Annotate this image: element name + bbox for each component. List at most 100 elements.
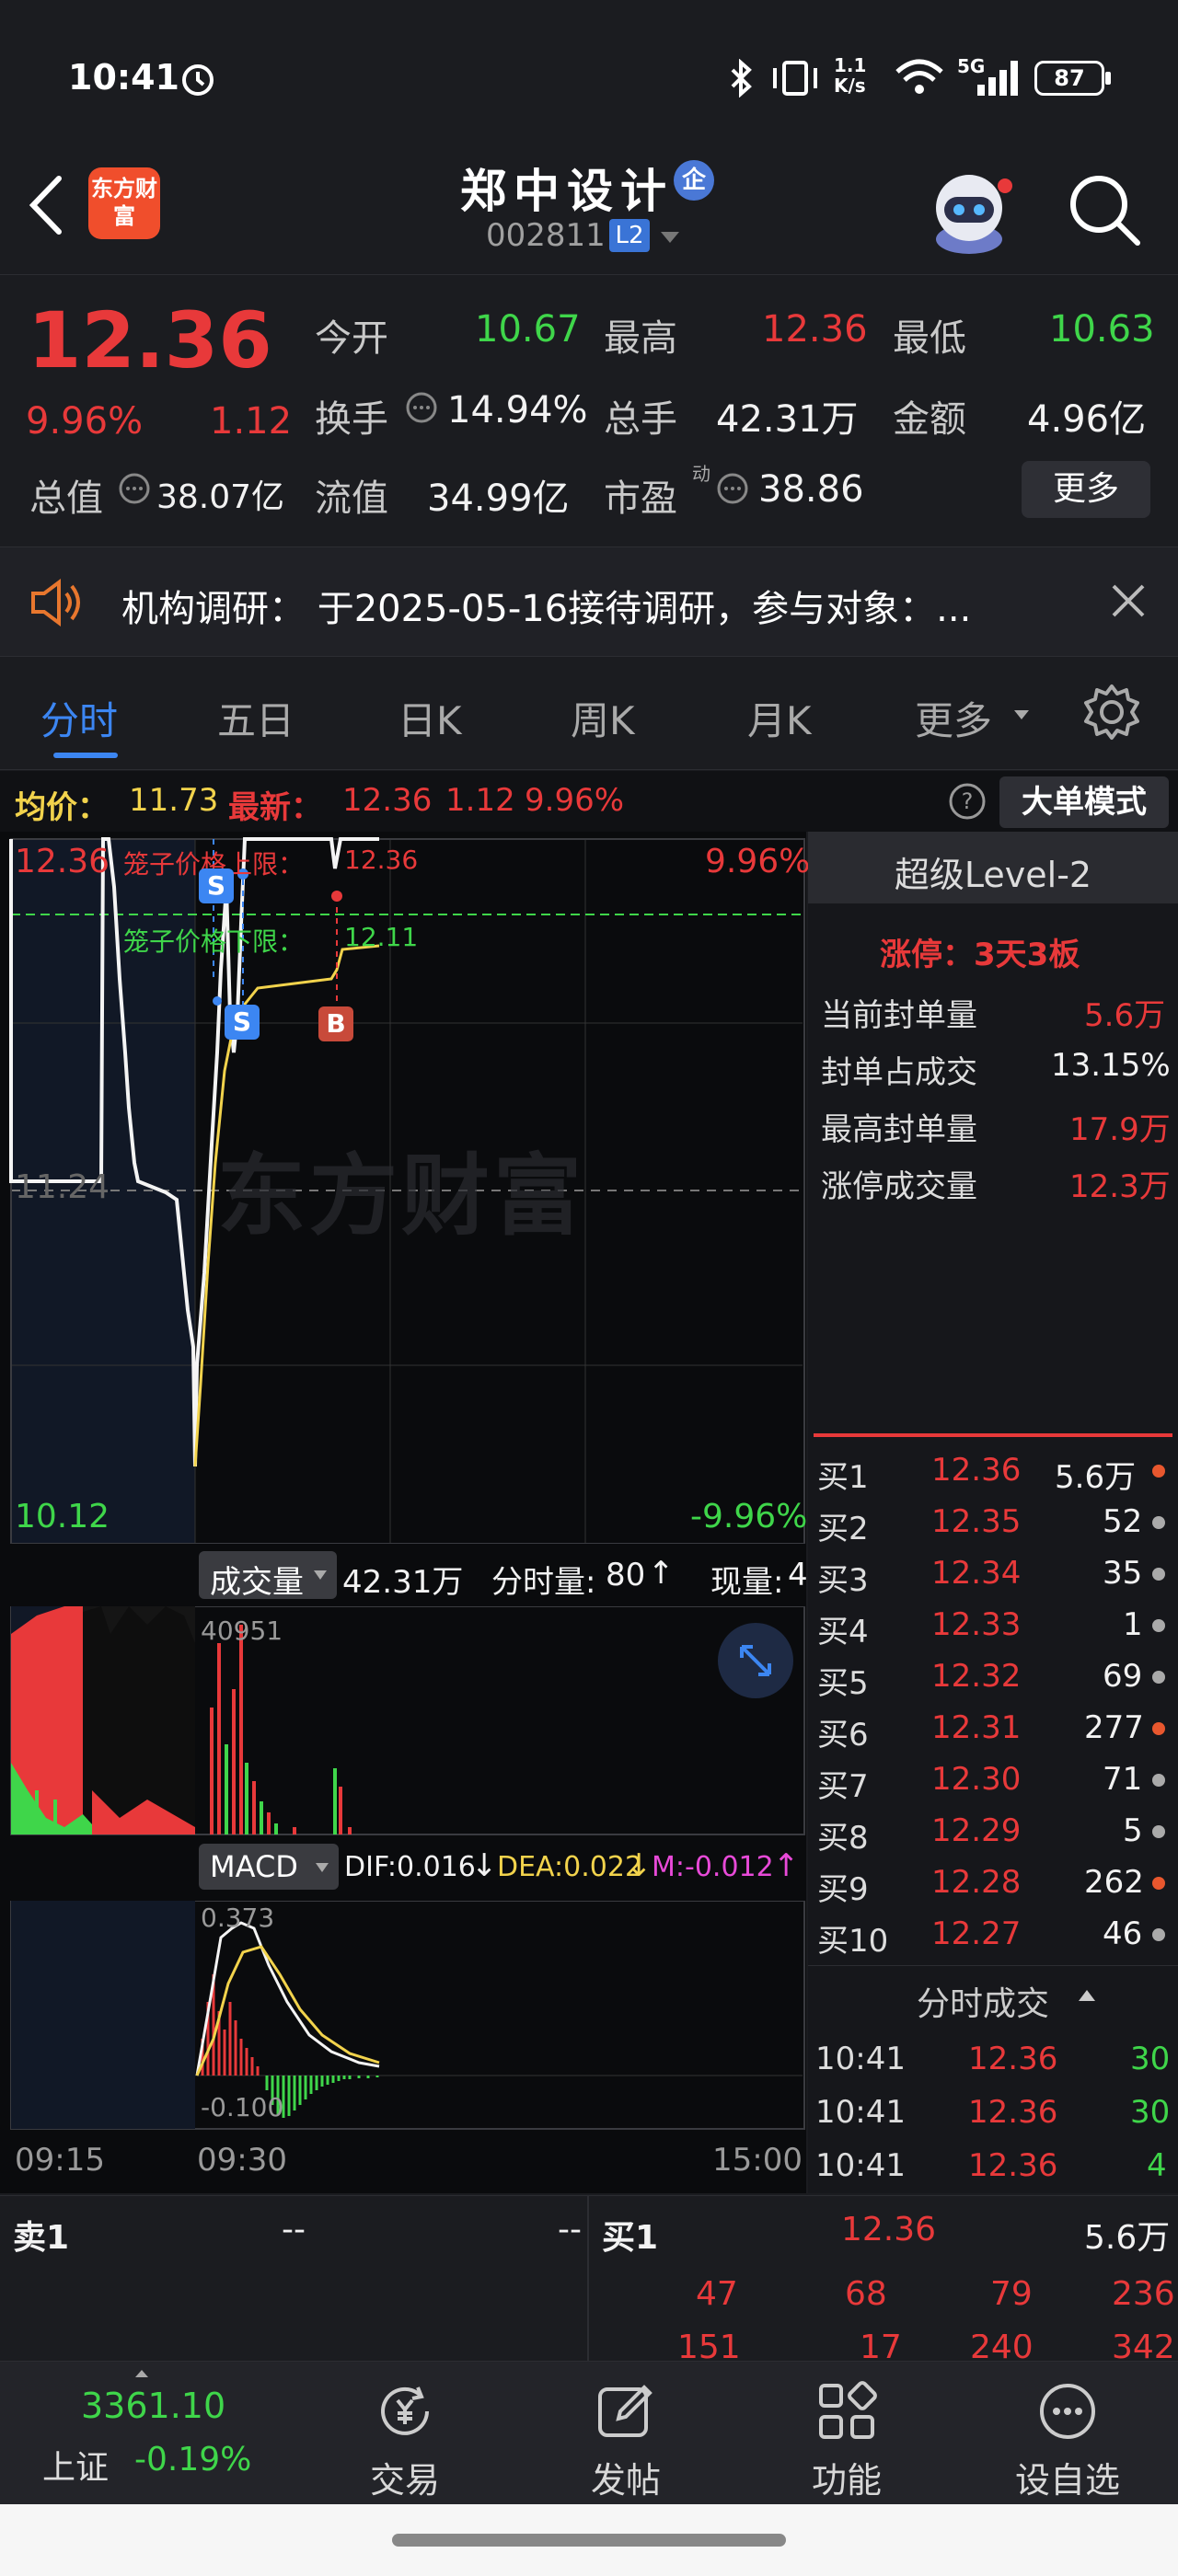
time-axis-start: 09:15 [15,2142,105,2179]
tick-qty: 4 [1147,2147,1167,2184]
buy1-qty: 5.6万 [1084,2219,1171,2257]
bottom-nav: 3361.10 上证 -0.19% 交易 发帖 功能 设自选 [0,2361,1178,2505]
bid-qty: 262 [1084,1864,1144,1901]
back-icon[interactable] [26,173,66,237]
enterprise-badge: 企 [674,160,714,201]
close-icon[interactable] [1110,582,1147,619]
index-widget[interactable]: 3361.10 上证 -0.19% [35,2362,251,2505]
bid-label: 买3 [817,1562,869,1599]
buy-marker[interactable]: B [318,1006,353,1041]
sell-marker[interactable]: S [199,868,234,903]
tab-weekly-k[interactable]: 周K [571,690,635,746]
more-button[interactable]: 更多 [1022,461,1150,518]
info-icon[interactable] [405,391,438,424]
bid-row[interactable]: 买7 12.30 71 [808,1754,1178,1805]
tab-daily-k[interactable]: 日K [398,690,462,746]
bid-row[interactable]: 买10 12.27 46 [808,1908,1178,1960]
sell1-qty: -- [558,2211,582,2248]
pe-value: 38.86 [758,468,864,511]
sell1-price: -- [282,2211,306,2248]
macd-chart [10,1901,805,2130]
low-value: 10.63 [1049,308,1155,351]
bid-row[interactable]: 买9 12.28 262 [808,1857,1178,1908]
tab-more[interactable]: 更多 [915,690,992,746]
nav-functions[interactable]: 功能 [764,2362,930,2505]
big-order-mode-button[interactable]: 大单模式 [999,776,1169,828]
macd-m: M:-0.012 [652,1851,774,1883]
caret-down-icon[interactable] [1012,708,1031,721]
bid-label: 买4 [817,1614,869,1650]
stat-label: 封单占成交 [821,1054,977,1091]
quote-panel: 12.36 9.96% 1.12 今开 10.67 最高 12.36 最低 10… [0,274,1178,544]
float-value: 34.99亿 [427,477,570,520]
chevron-down-icon[interactable] [659,230,681,245]
bid-row[interactable]: 买1 12.36 5.6万 [808,1444,1178,1496]
home-indicator[interactable] [392,2534,786,2547]
tick-row: 10:41 12.36 30 [808,2087,1178,2138]
ticks-header[interactable]: 分时成交 [808,1965,1178,2025]
bid-label: 买7 [817,1768,869,1805]
down-arrow-icon: ↓ [626,1847,653,1884]
last-percent: 9.96% [525,782,625,819]
bid-row[interactable]: 买4 12.33 1 [808,1599,1178,1650]
volume-selector[interactable]: 成交量 [199,1551,337,1601]
speaker-icon [31,579,80,627]
tick-time: 10:41 [815,2147,906,2184]
bid-price: 12.33 [931,1606,1022,1643]
caret-down-icon [316,1863,329,1872]
notice-bar[interactable]: 机构调研： 于2025-05-16接待调研，参与对象：... [0,546,1178,1158]
tab-monthly-k[interactable]: 月K [747,690,812,746]
bid-row[interactable]: 买3 12.34 35 [808,1547,1178,1599]
search-icon[interactable] [1066,171,1143,248]
order-dot [1152,1465,1165,1478]
upper-limit-value: 12.36 [344,845,419,875]
order-dot [1152,1928,1165,1941]
float-label: 流值 [315,477,388,520]
bid-qty: 69 [1103,1658,1143,1695]
notice-text[interactable]: 机构调研： 于2025-05-16接待调研，参与对象：... [121,579,971,632]
last-change: 1.12 [445,782,515,819]
tick-volume-value: 80 [606,1557,646,1593]
nav-watchlist[interactable]: 设自选 [985,2362,1150,2505]
order-dot [1152,1877,1165,1890]
nav-post[interactable]: 发帖 [543,2362,709,2505]
order-dot [1152,1619,1165,1632]
edit-icon [598,2385,653,2437]
bid-row[interactable]: 买5 12.32 69 [808,1650,1178,1702]
info-icon[interactable] [716,472,749,505]
stat-label: 当前封单量 [821,997,977,1034]
robot-assistant-icon[interactable] [920,162,1018,258]
amount-label: 金额 [893,398,966,441]
bid-row[interactable]: 买6 12.31 277 [808,1702,1178,1754]
turnover-label: 换手 [315,398,388,441]
down-arrow-icon: ↓ [471,1847,498,1884]
tick-price: 12.36 [968,2094,1058,2131]
caret-down-icon [314,1570,327,1580]
bid-row[interactable]: 买8 12.29 5 [808,1805,1178,1857]
index-value: 3361.10 [81,2386,226,2426]
macd-dif: DIF:0.016 [344,1851,476,1883]
level-tag[interactable]: L2 [609,219,650,252]
high-label: 最高 [604,317,677,360]
bid-price: 12.35 [931,1503,1022,1540]
stat-label: 涨停成交量 [821,1168,977,1205]
info-icon[interactable] [118,472,151,505]
expand-button[interactable] [718,1623,793,1698]
tab-intraday[interactable]: 分时 [40,690,118,746]
settings-icon[interactable] [1082,683,1141,742]
intraday-chart[interactable]: 12.36 11.24 10.12 9.96% -9.96% 笼子价格上限： 1… [0,832,810,2193]
sell-marker[interactable]: S [225,1005,260,1040]
macd-selector[interactable]: MACD [199,1844,339,1890]
order-dot [1152,1825,1165,1838]
stat-label: 最高封单量 [821,1111,977,1148]
app-logo[interactable]: 东方财富 [88,167,160,239]
nav-functions-label: 功能 [811,2460,882,2501]
bid-price: 12.29 [931,1812,1022,1849]
queue-qty: 236 [1112,2275,1175,2313]
help-icon[interactable]: ? [948,782,987,821]
level2-title-bar[interactable]: 超级Level-2 [808,832,1178,903]
low-label: 最低 [893,317,966,360]
nav-trade[interactable]: 交易 [322,2362,488,2505]
bid-row[interactable]: 买2 12.35 52 [808,1496,1178,1547]
tab-five-day[interactable]: 五日 [217,690,294,746]
